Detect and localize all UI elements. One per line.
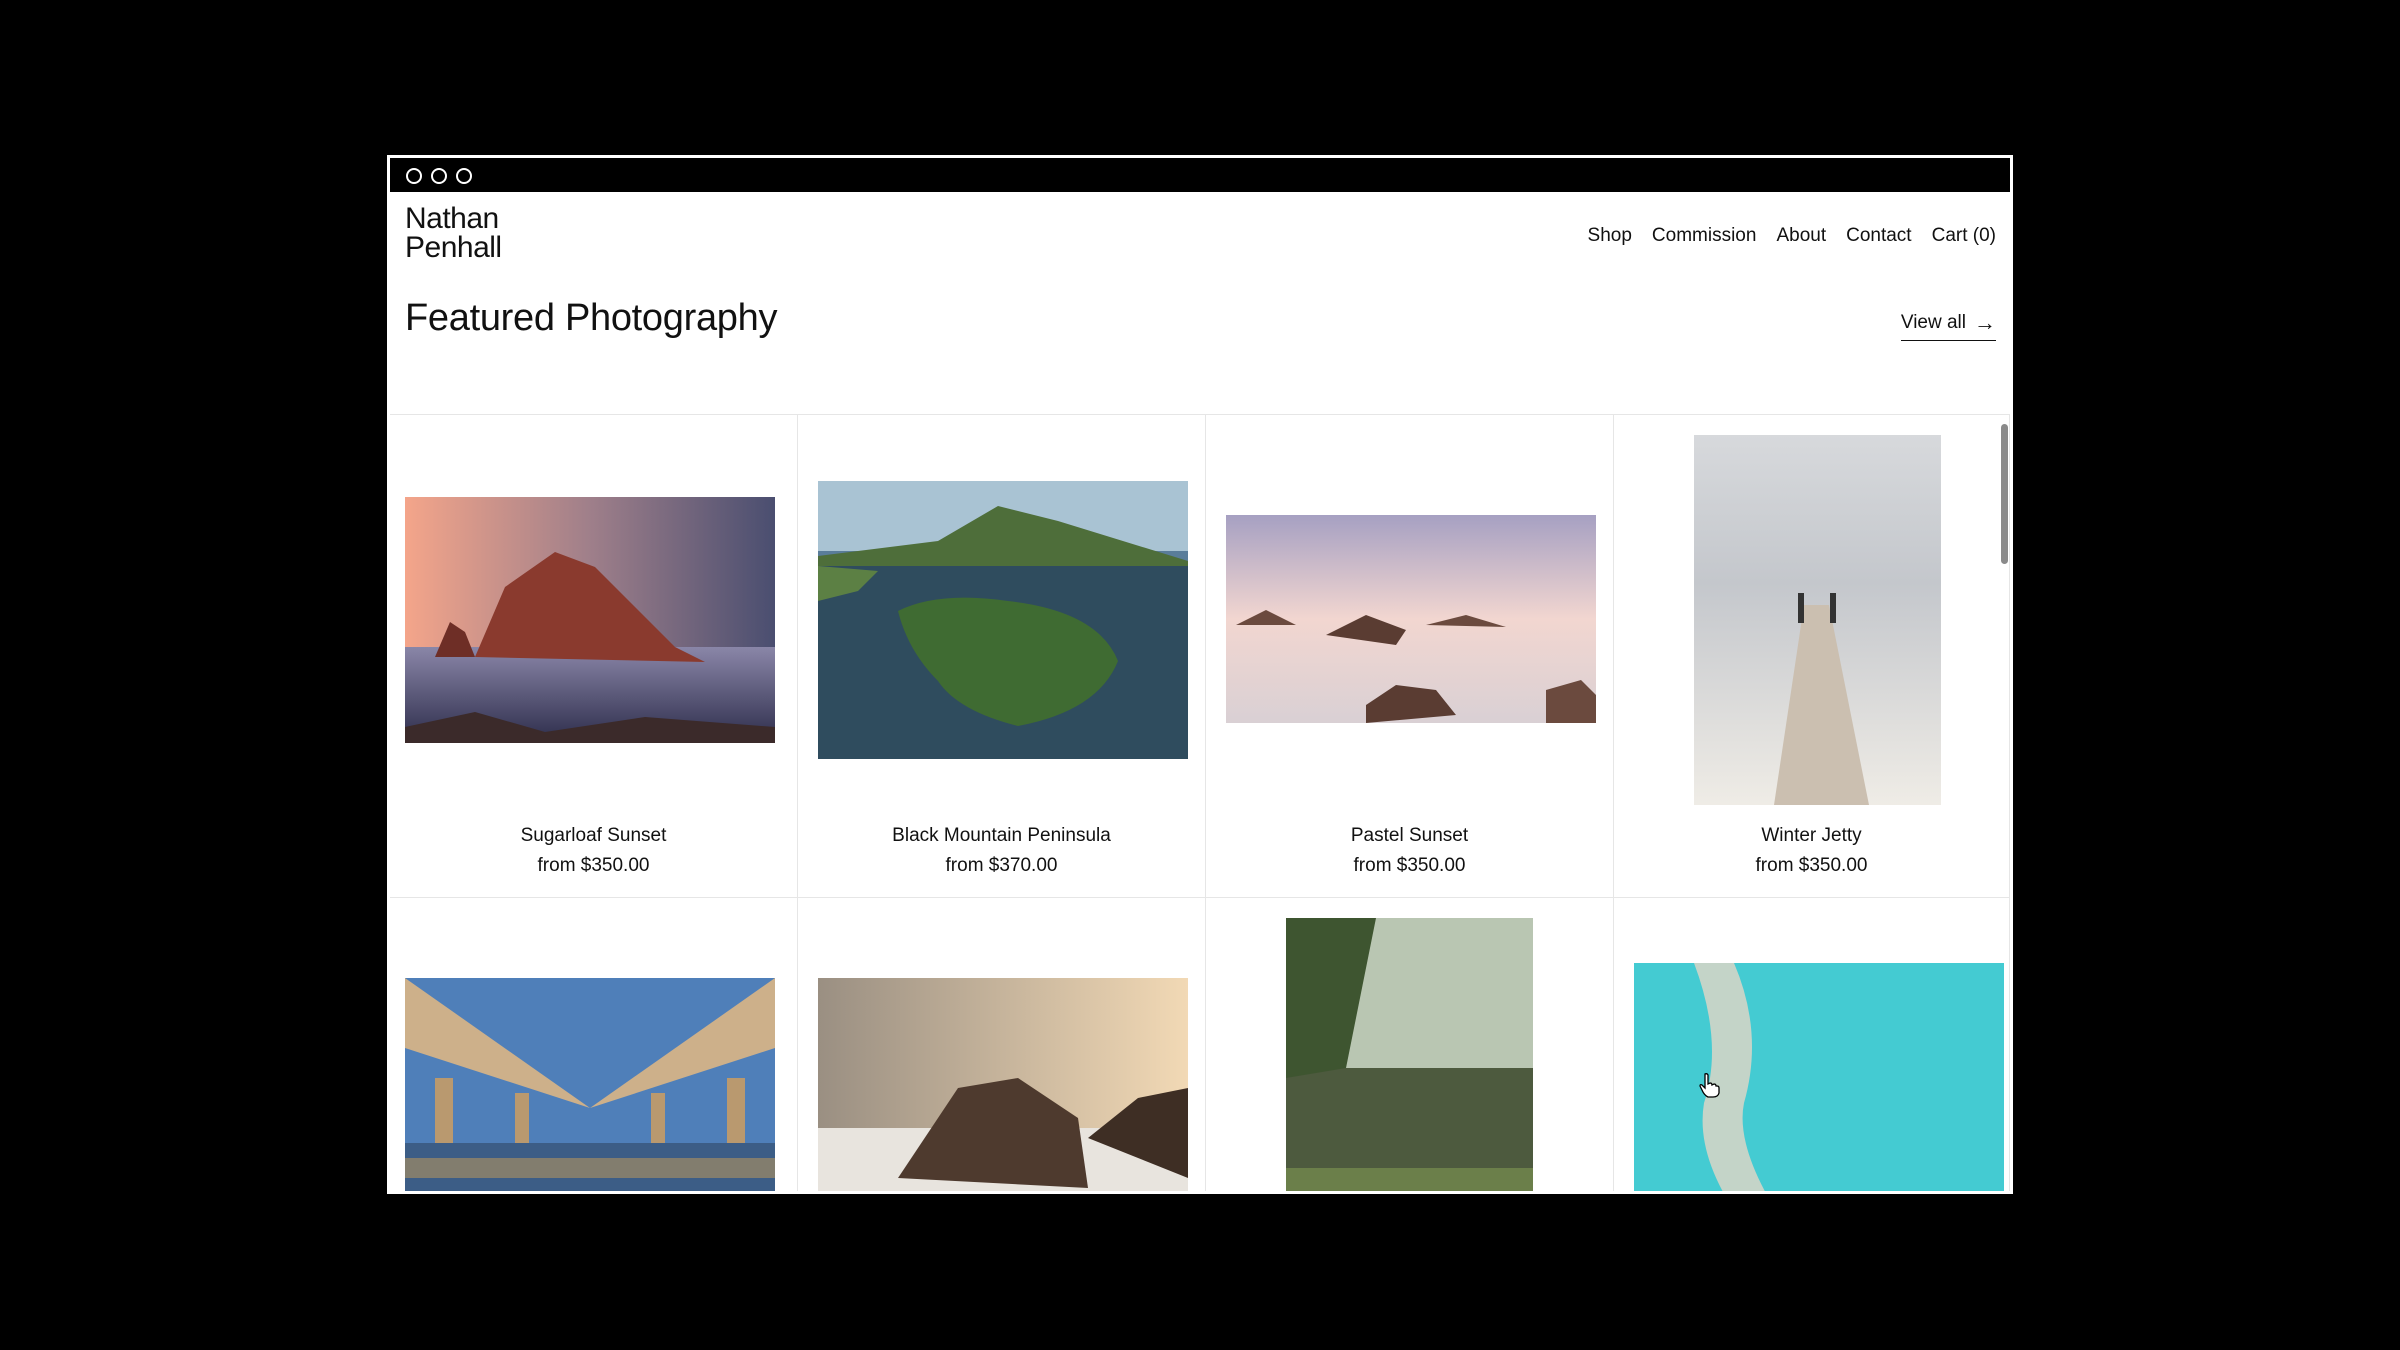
site-logo[interactable]: Nathan Penhall — [405, 202, 502, 264]
product-image-4[interactable] — [1694, 435, 1941, 805]
logo-line-1: Nathan — [405, 202, 499, 235]
product-card-2[interactable]: Black Mountain Peninsula from $370.00 — [798, 415, 1206, 898]
arrow-right-icon: → — [1974, 310, 1996, 335]
product-grid: Sugarloaf Sunset from $350.00 Black Moun… — [390, 414, 2010, 1191]
scrollbar-thumb[interactable] — [2001, 424, 2008, 564]
nav-cart[interactable]: Cart (0) — [1932, 225, 1996, 247]
nav-contact[interactable]: Contact — [1846, 225, 1911, 247]
product-image-6[interactable] — [818, 978, 1188, 1194]
product-image-5[interactable] — [405, 978, 775, 1194]
view-all-label: View all — [1900, 312, 1966, 333]
window-titlebar — [390, 158, 2010, 194]
product-card-6[interactable] — [798, 898, 1206, 1194]
page-content: Nathan Penhall Shop Commission About Con… — [390, 194, 2010, 1191]
product-card-4[interactable]: Winter Jetty from $350.00 — [1614, 415, 2010, 898]
view-all-link[interactable]: View all → — [1900, 310, 1996, 341]
product-title-2[interactable]: Black Mountain Peninsula — [798, 825, 1205, 847]
browser-window: Nathan Penhall Shop Commission About Con… — [387, 155, 2013, 1194]
product-title-4[interactable]: Winter Jetty — [1614, 825, 2009, 847]
nav-about[interactable]: About — [1776, 225, 1826, 247]
product-image-1[interactable] — [405, 497, 775, 743]
window-close-button[interactable] — [406, 168, 422, 184]
product-card-8[interactable] — [1614, 898, 2010, 1194]
nav-commission[interactable]: Commission — [1652, 225, 1757, 247]
nav-shop[interactable]: Shop — [1588, 225, 1632, 247]
product-image-3[interactable] — [1226, 515, 1596, 723]
window-minimize-button[interactable] — [431, 168, 447, 184]
product-card-3[interactable]: Pastel Sunset from $350.00 — [1206, 415, 1614, 898]
product-title-1[interactable]: Sugarloaf Sunset — [390, 825, 797, 847]
product-card-7[interactable] — [1206, 898, 1614, 1194]
product-price-3: from $350.00 — [1353, 855, 1466, 876]
product-card-5[interactable] — [390, 898, 798, 1194]
product-title-3[interactable]: Pastel Sunset — [1206, 825, 1613, 847]
product-image-7[interactable] — [1286, 918, 1533, 1194]
product-image-2[interactable] — [818, 481, 1188, 759]
product-card-1[interactable]: Sugarloaf Sunset from $350.00 — [390, 415, 798, 898]
product-price-1: from $350.00 — [537, 855, 650, 876]
product-price-4: from $350.00 — [1755, 855, 1868, 876]
logo-line-2: Penhall — [405, 231, 502, 264]
main-nav: Shop Commission About Contact Cart (0) — [1568, 225, 1996, 247]
hand-cursor-icon — [1699, 1073, 1720, 1098]
product-image-8[interactable] — [1634, 963, 2004, 1194]
page-title: Featured Photography — [405, 297, 778, 339]
window-maximize-button[interactable] — [456, 168, 472, 184]
product-price-2: from $370.00 — [945, 855, 1058, 876]
